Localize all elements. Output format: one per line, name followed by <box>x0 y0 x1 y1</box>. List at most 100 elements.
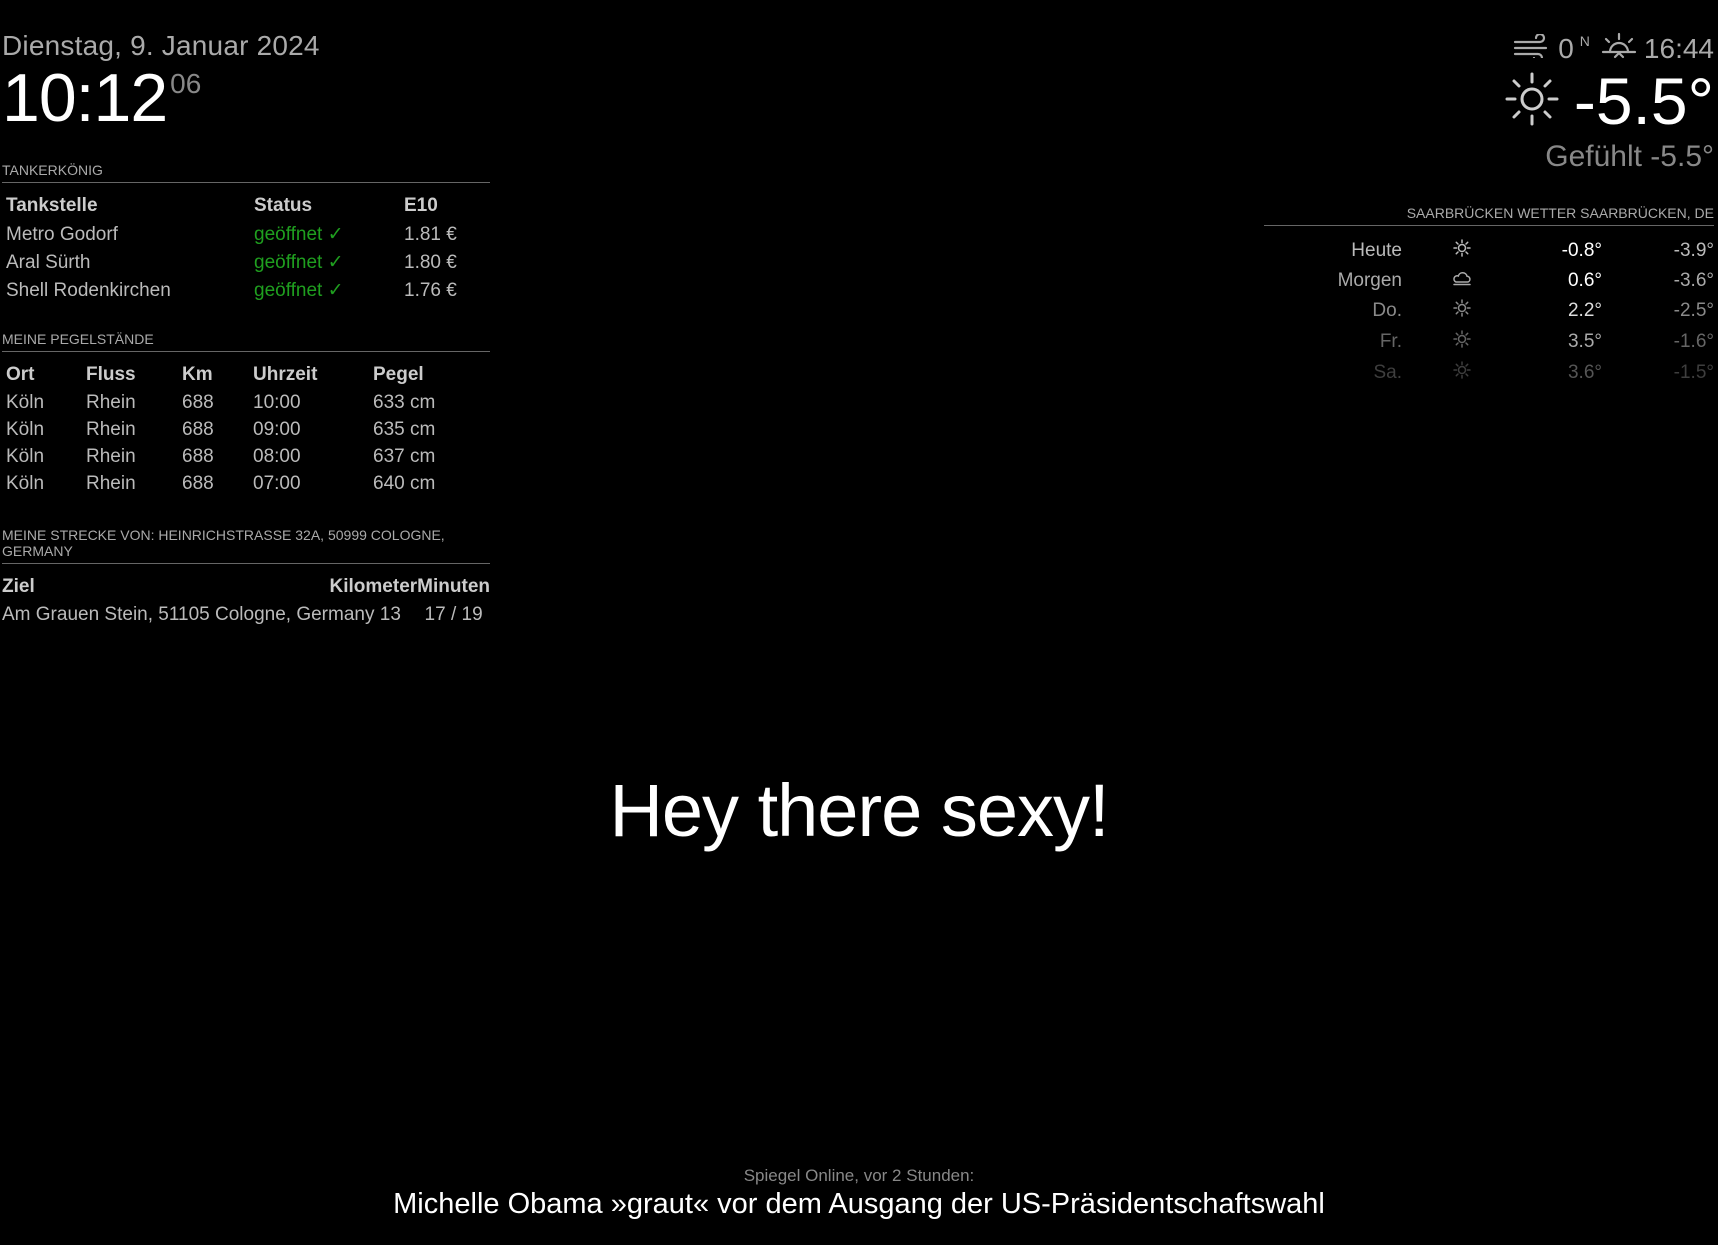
forecast-min: -2.5° <box>1673 300 1714 321</box>
news-headline: Michelle Obama »graut« vor dem Ausgang d… <box>393 1188 1325 1220</box>
pegel-fluss: Rhein <box>86 419 136 440</box>
forecast-day: Heute <box>1351 240 1402 261</box>
sun-icon <box>1453 299 1471 322</box>
forecast-day: Sa. <box>1373 362 1402 383</box>
forecast-day: Fr. <box>1379 331 1402 352</box>
tankerkoenig-header: Tankerkönig <box>2 162 490 183</box>
table-row: Metro Godorf geöffnet ✓ 1.81 € <box>6 221 474 249</box>
forecast-min: -3.6° <box>1673 270 1714 291</box>
table-row: Am Grauen Stein, 51105 Cologne, Germany … <box>2 602 490 629</box>
station-status: geöffnet ✓ <box>254 224 344 245</box>
col-minuten: Minuten <box>417 576 490 597</box>
pegel-ort: Köln <box>6 392 45 413</box>
forecast-min: -1.6° <box>1673 331 1714 352</box>
forecast-row: Morgen 0.6° -3.6° <box>1282 267 1714 296</box>
pegel-zeit: 10:00 <box>253 392 301 413</box>
cloud-icon <box>1452 270 1472 291</box>
pegel-table: Ort Fluss Km Uhrzeit Pegel Köln Rhein 68… <box>6 364 463 498</box>
station-price: 1.81 € <box>404 223 457 245</box>
forecast-day: Do. <box>1372 300 1402 321</box>
wind-icon <box>1512 32 1552 65</box>
route-header: Meine Strecke von: Heinrichstrasse 32a, … <box>2 527 490 564</box>
table-row: Shell Rodenkirchen geöffnet ✓ 1.76 € <box>6 277 474 305</box>
col-fluss: Fluss <box>86 364 136 385</box>
pegel-value: 637 cm <box>373 446 436 467</box>
table-row: Köln Rhein 688 10:00 633 cm <box>6 390 463 417</box>
forecast-icon-cell <box>1402 296 1522 327</box>
station-name: Shell Rodenkirchen <box>6 279 171 301</box>
forecast-max: 3.5° <box>1567 331 1602 352</box>
forecast-header: Saarbrücken Wetter Saarbrücken, DE <box>1264 205 1714 226</box>
current-temperature: -5.5° <box>1573 64 1714 138</box>
station-status: geöffnet ✓ <box>254 280 344 301</box>
sun-icon <box>1453 239 1471 262</box>
pegel-km: 688 <box>182 473 214 494</box>
wind-speed: 0 <box>1558 32 1574 64</box>
station-price: 1.80 € <box>404 251 457 273</box>
forecast-row: Sa. 3.6° -1.5° <box>1282 358 1714 389</box>
col-tankstelle: Tankstelle <box>6 195 98 216</box>
pegel-fluss: Rhein <box>86 446 136 467</box>
pegel-ort: Köln <box>6 419 45 440</box>
current-weather: -5.5° <box>1504 68 1714 134</box>
col-ziel: Ziel <box>2 576 35 597</box>
forecast-row: Fr. 3.5° -1.6° <box>1282 327 1714 358</box>
clock-date: Dienstag, 9. Januar 2024 <box>2 30 320 61</box>
pegel-zeit: 07:00 <box>253 473 301 494</box>
pegel-fluss: Rhein <box>86 392 136 413</box>
route-table: Ziel Kilometer Minuten Am Grauen Stein, … <box>2 576 490 629</box>
pegel-ort: Köln <box>6 446 45 467</box>
pegel-value: 633 cm <box>373 392 436 413</box>
forecast-table: Heute -0.8° -3.9° Morgen 0.6° -3.6° Do. … <box>1282 236 1714 389</box>
forecast-max: 0.6° <box>1567 270 1602 291</box>
col-uhrzeit: Uhrzeit <box>253 364 318 385</box>
table-row: Köln Rhein 688 08:00 637 cm <box>6 444 463 471</box>
table-row: Köln Rhein 688 07:00 640 cm <box>6 471 463 498</box>
forecast-module: Saarbrücken Wetter Saarbrücken, DE Heute… <box>1264 205 1714 389</box>
sunset-icon <box>1600 30 1638 67</box>
route-destination-cell: Am Grauen Stein, 51105 Cologne, Germany … <box>2 602 417 629</box>
pegel-fluss: Rhein <box>86 473 136 494</box>
route-km: 13 <box>379 604 401 625</box>
station-price: 1.76 € <box>404 279 457 301</box>
tankerkoenig-module: Tankerkönig Tankstelle Status E10 Metro … <box>2 162 490 305</box>
sun-icon <box>1504 71 1560 132</box>
forecast-max: 3.6° <box>1567 362 1602 383</box>
sun-icon <box>1453 361 1471 384</box>
pegel-header: Meine Pegelstände <box>2 331 490 352</box>
station-status: geöffnet ✓ <box>254 252 344 273</box>
pegel-zeit: 08:00 <box>253 446 301 467</box>
sunset-time: 16:44 <box>1643 32 1714 64</box>
compliment-text: Hey there sexy! <box>609 769 1109 852</box>
pegel-ort: Köln <box>6 473 45 494</box>
forecast-icon-cell <box>1402 327 1522 358</box>
pegel-value: 635 cm <box>373 419 436 440</box>
pegel-zeit: 09:00 <box>253 419 301 440</box>
col-e10: E10 <box>404 195 438 216</box>
pegel-km: 688 <box>182 392 214 413</box>
forecast-row: Heute -0.8° -3.9° <box>1282 236 1714 267</box>
sun-icon <box>1453 330 1471 353</box>
forecast-day: Morgen <box>1337 270 1402 291</box>
forecast-min: -3.9° <box>1673 240 1714 261</box>
feels-like: Gefühlt -5.5° <box>1545 140 1714 173</box>
col-status: Status <box>254 195 313 216</box>
fuel-table-header: Tankstelle Status E10 <box>6 195 474 221</box>
clock-hours-minutes: 10:12 <box>2 60 168 136</box>
route-table-header: Ziel Kilometer Minuten <box>2 576 490 602</box>
station-name: Aral Sürth <box>6 251 91 273</box>
forecast-max: 2.2° <box>1567 300 1602 321</box>
route-destination: Am Grauen Stein, 51105 Cologne, Germany <box>2 604 375 625</box>
pegel-km: 688 <box>182 419 214 440</box>
col-km: Km <box>182 364 213 385</box>
pegel-value: 640 cm <box>373 473 436 494</box>
forecast-min: -1.5° <box>1673 362 1714 383</box>
pegel-module: Meine Pegelstände Ort Fluss Km Uhrzeit P… <box>2 331 490 498</box>
forecast-row: Do. 2.2° -2.5° <box>1282 296 1714 327</box>
table-row: Köln Rhein 688 09:00 635 cm <box>6 417 463 444</box>
table-row: Aral Sürth geöffnet ✓ 1.80 € <box>6 249 474 277</box>
pegel-table-header: Ort Fluss Km Uhrzeit Pegel <box>6 364 463 390</box>
col-kilometer: Kilometer <box>329 576 418 597</box>
col-pegel: Pegel <box>373 364 424 385</box>
pegel-km: 688 <box>182 446 214 467</box>
